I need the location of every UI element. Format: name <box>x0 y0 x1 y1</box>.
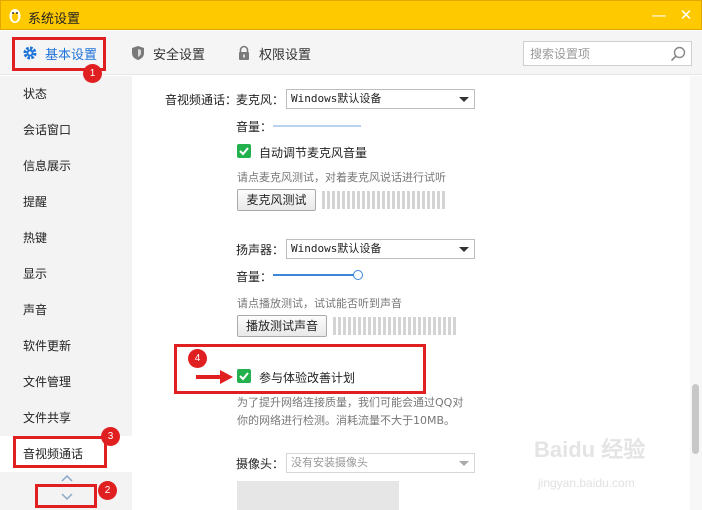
minimize-button[interactable]: — <box>651 7 667 23</box>
sidebar-item-label: 提醒 <box>23 195 48 209</box>
dropdown-caret-icon <box>459 97 469 102</box>
sidebar-item-file-management[interactable]: 文件管理 <box>0 364 132 400</box>
av-section-label: 音视频通话： <box>165 93 238 107</box>
camera-label: 摄像头： <box>236 457 285 471</box>
speaker-level-meter <box>333 317 456 335</box>
arrow-right-icon <box>196 370 233 384</box>
tab-label: 权限设置 <box>259 47 312 63</box>
sidebar-item-label: 状态 <box>23 87 48 101</box>
sidebar-item-label: 软件更新 <box>23 339 72 353</box>
speaker-label: 扬声器： <box>236 243 285 257</box>
sidebar-item-chat-window[interactable]: 会话窗口 <box>0 112 132 148</box>
mic-level-meter <box>322 191 445 209</box>
chevron-up-icon[interactable] <box>60 474 74 483</box>
dropdown-caret-icon <box>459 247 469 252</box>
sidebar-item-label: 热键 <box>23 231 48 245</box>
lock-icon <box>239 45 249 60</box>
speaker-volume-label: 音量： <box>236 270 273 284</box>
window-title: 系统设置 <box>28 12 81 27</box>
auto-adjust-mic-label: 自动调节麦克风音量 <box>259 146 368 160</box>
microphone-select[interactable]: Windows默认设备 <box>286 89 475 109</box>
sidebar-item-info-display[interactable]: 信息展示 <box>0 148 132 184</box>
speaker-test-hint: 请点播放测试，试试能否听到声音 <box>237 297 402 310</box>
sidebar-item-sound[interactable]: 声音 <box>0 292 132 328</box>
baidu-jingyan-watermark: Baidu 经验 jingyan.baidu.com <box>534 432 674 498</box>
sidebar-item-label: 会话窗口 <box>23 123 72 137</box>
checkmark-icon <box>239 147 249 156</box>
improvement-desc-line2: 你的网络进行检测。消耗流量不大于10MB。 <box>237 414 456 427</box>
search-box[interactable] <box>523 41 692 66</box>
sidebar-item-label: 文件共享 <box>23 411 72 425</box>
sidebar-item-status[interactable]: 状态 <box>0 76 132 112</box>
qq-penguin-icon <box>9 9 21 23</box>
sidebar-item-software-update[interactable]: 软件更新 <box>0 328 132 364</box>
camera-select[interactable]: 没有安装摄像头 <box>286 453 475 473</box>
search-icon[interactable] <box>670 46 686 62</box>
mic-test-hint: 请点麦克风测试，对着麦克风说话进行试听 <box>237 171 446 184</box>
speaker-volume-slider[interactable] <box>273 274 356 276</box>
annotation-box-2 <box>35 484 97 508</box>
sidebar-item-hotkeys[interactable]: 热键 <box>0 220 132 256</box>
speaker-device-value: Windows默认设备 <box>291 242 382 255</box>
mic-volume-slider[interactable] <box>273 125 361 127</box>
tab-permission-settings[interactable]: 权限设置 <box>236 40 311 66</box>
watermark-brand: Baidu 经验 <box>534 437 646 462</box>
auto-adjust-mic-checkbox[interactable] <box>237 144 251 158</box>
mic-test-button[interactable]: 麦克风测试 <box>237 189 316 211</box>
sidebar-item-label: 显示 <box>23 267 48 281</box>
sidebar-item-label: 文件管理 <box>23 375 72 389</box>
microphone-label: 麦克风： <box>236 93 285 107</box>
tab-label: 安全设置 <box>153 47 206 63</box>
content-scrollbar[interactable] <box>690 76 702 510</box>
sidebar-item-display[interactable]: 显示 <box>0 256 132 292</box>
annotation-badge-1: 1 <box>83 64 102 83</box>
sidebar-item-reminders[interactable]: 提醒 <box>0 184 132 220</box>
speaker-volume-knob[interactable] <box>353 270 363 280</box>
sidebar-item-label: 信息展示 <box>23 159 72 173</box>
speaker-select[interactable]: Windows默认设备 <box>286 239 475 259</box>
watermark-url: jingyan.baidu.com <box>538 476 635 490</box>
mic-volume-label: 音量： <box>236 120 273 134</box>
shield-icon <box>132 46 144 60</box>
sidebar-item-label: 声音 <box>23 303 48 317</box>
dropdown-caret-icon <box>459 461 469 466</box>
speaker-test-button[interactable]: 播放测试声音 <box>237 315 327 337</box>
annotation-badge-2: 2 <box>98 481 117 500</box>
microphone-device-value: Windows默认设备 <box>291 92 382 105</box>
annotation-badge-3: 3 <box>101 427 120 446</box>
annotation-box-3 <box>13 436 107 468</box>
search-input[interactable] <box>524 42 659 65</box>
camera-preview <box>237 481 399 510</box>
tab-security-settings[interactable]: 安全设置 <box>130 40 205 66</box>
annotation-badge-4: 4 <box>188 349 207 368</box>
scrollbar-thumb[interactable] <box>692 384 699 454</box>
improvement-desc-line1: 为了提升网络连接质量，我们可能会通过QQ对 <box>237 396 464 409</box>
close-button[interactable]: ✕ <box>678 7 694 23</box>
title-bar: 系统设置 — ✕ <box>0 0 702 30</box>
camera-device-value: 没有安装摄像头 <box>291 456 368 469</box>
